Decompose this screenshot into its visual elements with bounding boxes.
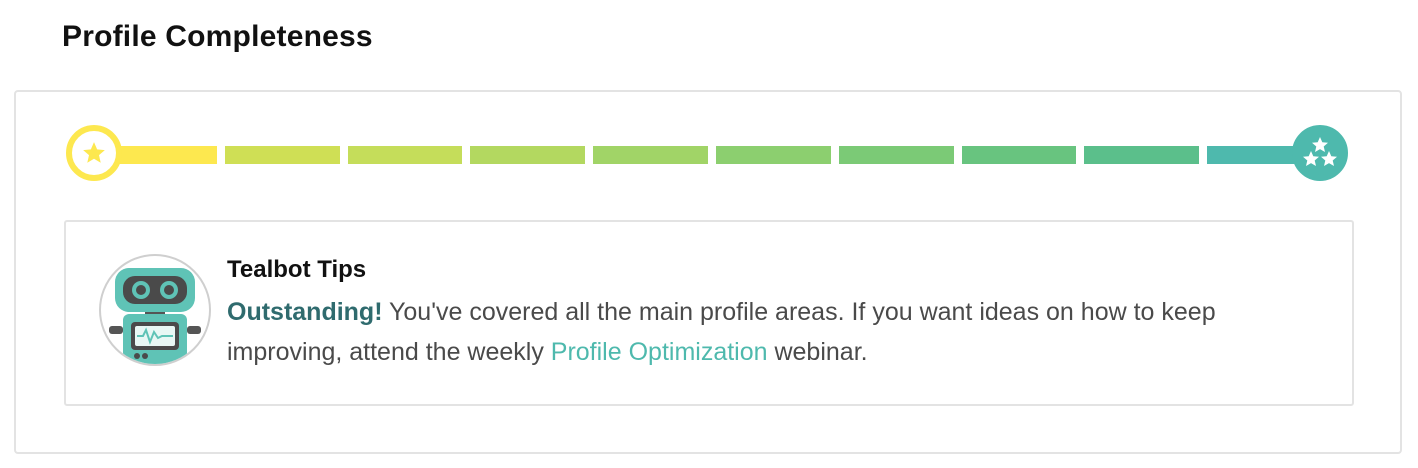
tealbot-robot-icon xyxy=(109,268,201,364)
tips-text-after-link: webinar. xyxy=(767,338,868,366)
tealbot-tips-card: Tealbot Tips Outstanding! You've covered… xyxy=(64,220,1354,406)
tealbot-avatar xyxy=(99,254,211,366)
tips-message: Outstanding! You've covered all the main… xyxy=(227,292,1327,372)
progress-segment xyxy=(593,146,708,164)
tips-highlight: Outstanding! xyxy=(227,298,383,326)
progress-segment xyxy=(470,146,586,164)
progress-segment xyxy=(838,146,954,164)
progress-start-badge xyxy=(66,125,122,181)
profile-progress-bar xyxy=(62,122,1356,188)
progress-segment xyxy=(347,146,463,164)
progress-segment xyxy=(961,146,1077,164)
profile-optimization-link[interactable]: Profile Optimization xyxy=(551,338,768,366)
progress-segment xyxy=(716,146,831,164)
star-icon xyxy=(83,142,105,163)
section-title: Profile Completeness xyxy=(62,20,373,53)
progress-segment xyxy=(1084,146,1200,164)
tips-title: Tealbot Tips xyxy=(227,256,367,283)
progress-segment xyxy=(224,146,340,164)
three-stars-icon xyxy=(1303,137,1337,166)
progress-finish-badge xyxy=(1292,125,1348,181)
